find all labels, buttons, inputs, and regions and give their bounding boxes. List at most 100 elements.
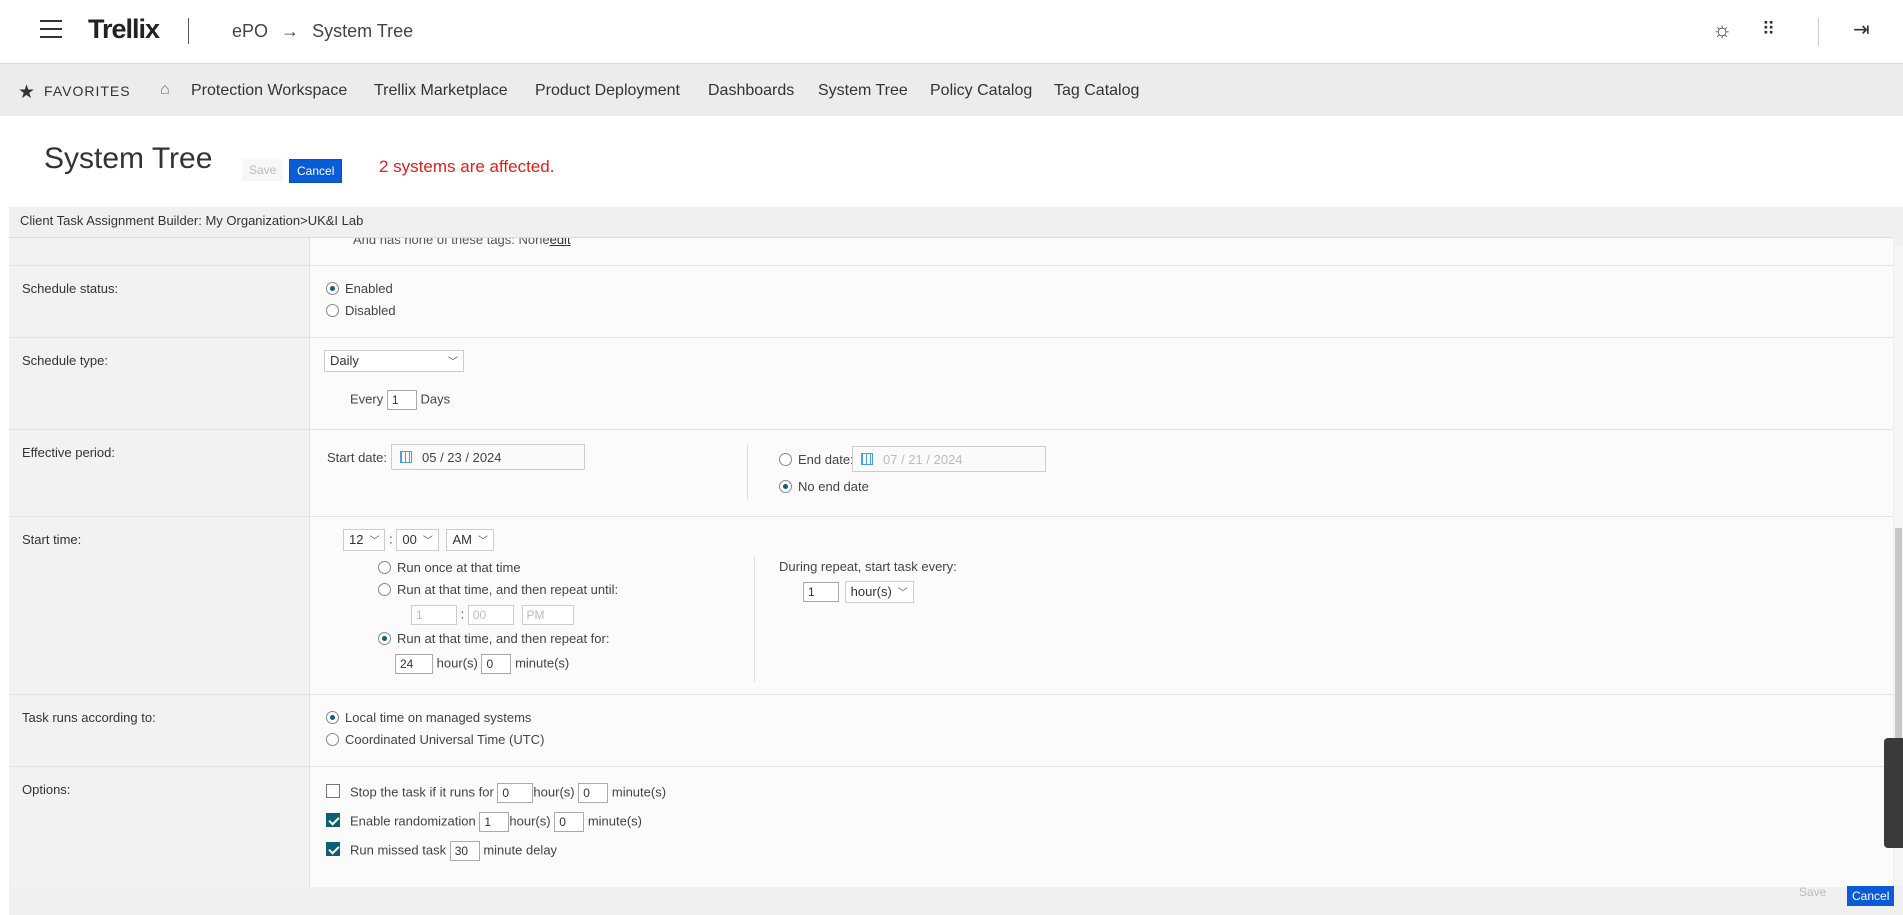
schedule-status-label: Schedule status: (22, 281, 119, 296)
builder-header: Client Task Assignment Builder: My Organ… (20, 213, 364, 228)
schedule-form: And has none of these tags: Noneedit Sch… (9, 237, 1893, 887)
top-header: Trellix ePO → System Tree ☼ ⠿ ⇥ (0, 0, 1903, 64)
repeat-for-radio[interactable] (378, 632, 391, 645)
stop-hours-input[interactable]: 0 (497, 783, 534, 803)
missed-delay-input[interactable]: 30 (449, 841, 480, 861)
breadcrumb-page: System Tree (312, 21, 414, 41)
utc-option[interactable]: Coordinated Universal Time (UTC) (326, 732, 544, 747)
repeat-hours-input[interactable]: 24 (395, 654, 433, 674)
until-minute-input[interactable]: 00 (467, 605, 514, 625)
page-title: System Tree (44, 142, 213, 175)
sun-icon[interactable]: ☼ (1712, 17, 1732, 43)
start-time-label-cell: Start time: (9, 517, 310, 694)
run-once-radio[interactable] (378, 561, 391, 574)
repeat-for-option[interactable]: Run at that time, and then repeat for: (378, 631, 609, 646)
local-time-option[interactable]: Local time on managed systems (326, 710, 531, 725)
time-colon: : (389, 531, 393, 547)
start-date-value: 05 / 23 / 2024 (422, 450, 502, 465)
tags-row-label (9, 238, 310, 265)
local-time-label: Local time on managed systems (345, 710, 532, 725)
footer-cancel-button[interactable]: Cancel (1847, 886, 1895, 906)
apps-grid-icon[interactable]: ⠿ (1762, 19, 1775, 40)
nav-product-deployment[interactable]: Product Deployment (535, 82, 680, 100)
repeat-interval: 1 hour(s) ﹀ (803, 581, 914, 603)
random-hours-input[interactable]: 1 (479, 812, 510, 832)
schedule-status-row: Schedule status: Enabled Disabled (9, 266, 1893, 338)
stop-task-checkbox[interactable] (326, 784, 340, 799)
nav-tag-catalog[interactable]: Tag Catalog (1054, 82, 1139, 100)
utc-label: Coordinated Universal Time (UTC) (345, 732, 545, 747)
disabled-radio[interactable] (326, 304, 339, 317)
footer-save-button[interactable]: Save (1799, 885, 1826, 899)
schedule-status-label-cell: Schedule status: (9, 266, 310, 337)
randomization-option: Enable randomization 1 hour(s) 0 minute(s… (326, 812, 642, 832)
interval-unit-select[interactable]: hour(s) ﹀ (844, 581, 914, 603)
hour-select[interactable]: 12 ﹀ (343, 529, 386, 551)
schedule-type-select[interactable]: Daily ﹀ (324, 350, 464, 372)
tags-row: And has none of these tags: Noneedit (9, 238, 1893, 266)
menu-icon[interactable] (40, 20, 62, 38)
repeat-for-label: Run at that time, and then repeat for: (397, 631, 610, 646)
options-label-cell: Options: (9, 767, 310, 887)
randomization-label: Enable randomization (350, 813, 476, 829)
every-days-input[interactable]: 1 (386, 390, 417, 410)
utc-radio[interactable] (326, 733, 339, 746)
until-hour-input[interactable]: 1 (411, 605, 457, 625)
enabled-radio[interactable] (326, 282, 339, 295)
cancel-button[interactable]: Cancel (289, 159, 343, 183)
breadcrumb-arrow: → (281, 21, 300, 41)
logout-icon[interactable]: ⇥ (1853, 17, 1870, 42)
tags-edit-link[interactable]: edit (550, 238, 571, 247)
nav-protection-workspace[interactable]: Protection Workspace (191, 82, 347, 100)
header-divider (1818, 18, 1819, 46)
repeat-minutes-input[interactable]: 0 (481, 654, 512, 674)
logo-divider (188, 18, 189, 44)
repeat-until-option[interactable]: Run at that time, and then repeat until: (378, 582, 618, 597)
repeat-until-radio[interactable] (378, 583, 391, 596)
end-date-value: 07 / 21 / 2024 (883, 452, 963, 467)
run-once-option[interactable]: Run once at that time (378, 560, 521, 575)
favorites-menu[interactable]: ★ FAVORITES (18, 81, 131, 104)
minute-select[interactable]: 00 ﹀ (396, 529, 439, 551)
disabled-option[interactable]: Disabled (326, 303, 396, 318)
until-ampm-input[interactable]: PM (521, 605, 574, 625)
nav-system-tree[interactable]: System Tree (818, 82, 908, 100)
nav-policy-catalog[interactable]: Policy Catalog (930, 82, 1032, 100)
schedule-type-row: Schedule type: Daily ﹀ Every 1 Days (9, 338, 1893, 430)
help-tab[interactable] (1884, 738, 1903, 848)
end-date-radio[interactable] (779, 453, 792, 466)
randomization-checkbox[interactable] (326, 813, 340, 828)
until-colon: : (460, 606, 465, 622)
ampm-select[interactable]: AM ﹀ (446, 529, 494, 551)
no-end-date-radio[interactable] (779, 480, 792, 493)
start-date-picker[interactable]: 05 / 23 / 2024 (391, 444, 585, 470)
local-time-radio[interactable] (326, 711, 339, 724)
random-minutes-input[interactable]: 0 (554, 812, 585, 832)
nav-dashboards[interactable]: Dashboards (708, 82, 794, 100)
tags-line: And has none of these tags: Noneedit (353, 238, 571, 247)
no-end-date-option[interactable]: No end date (779, 479, 869, 494)
start-date-label: Start date: (327, 450, 387, 465)
stop-task-option: Stop the task if it runs for 0 hour(s) 0 … (326, 783, 666, 803)
interval-input[interactable]: 1 (803, 582, 839, 602)
start-time-divider (754, 557, 755, 682)
effective-period-label: Effective period: (22, 445, 115, 460)
end-date-option[interactable]: End date: (779, 452, 854, 467)
nav-trellix-marketplace[interactable]: Trellix Marketplace (374, 82, 508, 100)
enabled-label: Enabled (345, 281, 393, 296)
enabled-option[interactable]: Enabled (326, 281, 393, 296)
stop-minutes-input[interactable]: 0 (578, 783, 609, 803)
favorites-label: FAVORITES (44, 83, 131, 99)
task-runs-label: Task runs according to: (22, 710, 156, 725)
effective-period-row: Effective period: Start date: 05 / 23 / … (9, 430, 1893, 517)
affected-message: 2 systems are affected. (379, 157, 555, 176)
no-end-date-label: No end date (798, 479, 869, 494)
missed-task-option: Run missed task 30 minute delay (326, 841, 557, 861)
trellix-logo: Trellix (88, 14, 160, 44)
every-days-field: Every 1 Days (350, 390, 450, 410)
missed-task-checkbox[interactable] (326, 842, 340, 857)
breadcrumb-app[interactable]: ePO (232, 21, 268, 41)
random-hours-unit: hour(s) (509, 813, 551, 829)
end-date-picker[interactable]: 07 / 21 / 2024 (852, 446, 1046, 472)
save-button[interactable]: Save (242, 159, 284, 181)
